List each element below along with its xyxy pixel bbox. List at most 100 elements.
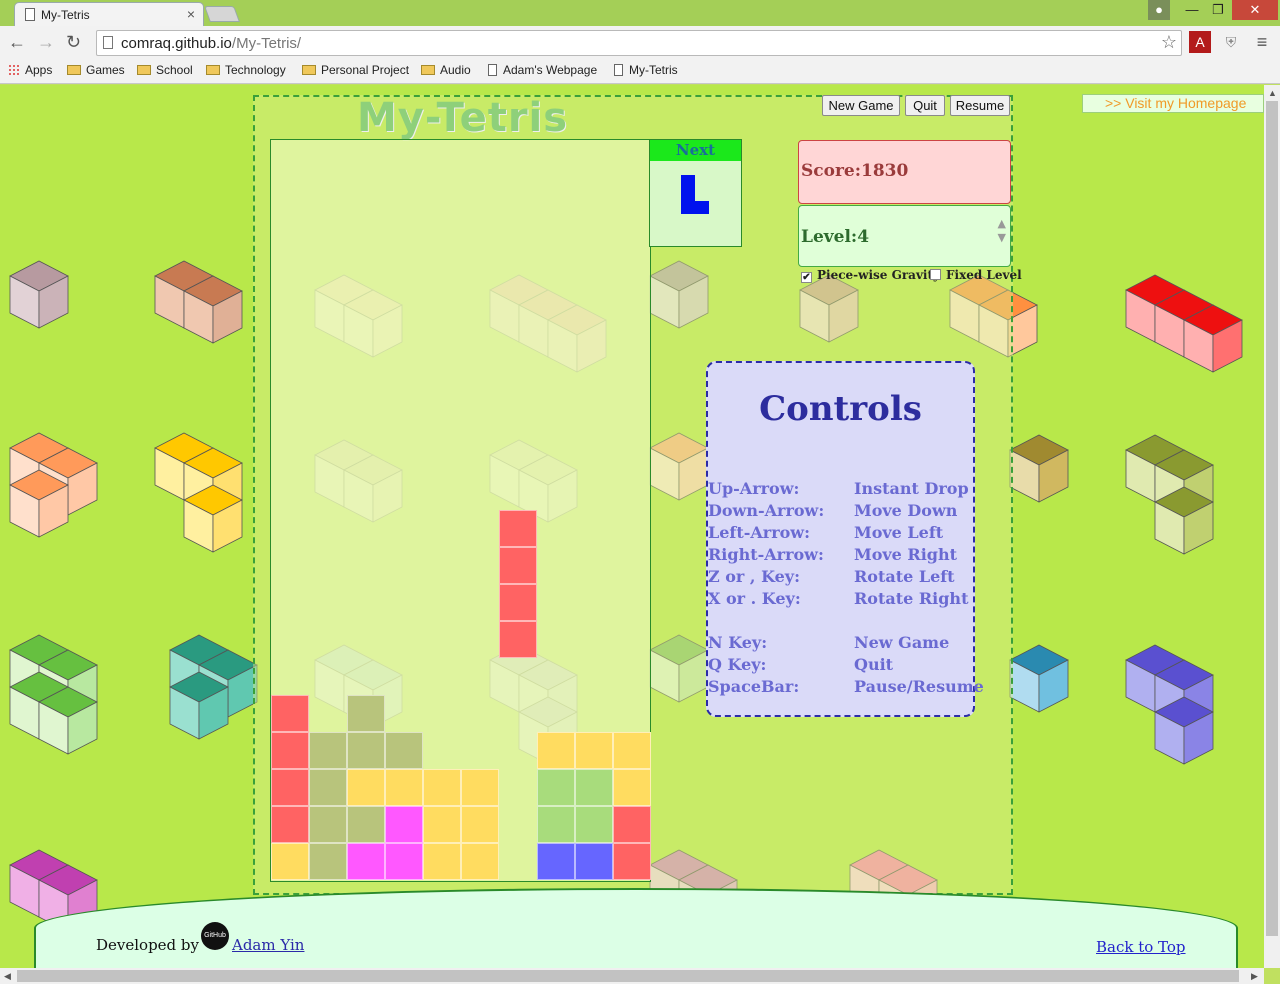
settled-block	[309, 732, 347, 769]
settled-block	[385, 732, 423, 769]
settled-block	[575, 843, 613, 880]
controls-title: Controls	[759, 389, 922, 429]
restore-icon[interactable]: ❐	[1206, 0, 1230, 20]
settled-block	[423, 806, 461, 843]
tab-title: My-Tetris	[41, 8, 90, 22]
control-action: Instant Drop	[854, 479, 969, 498]
address-bar[interactable]: comraq.github.io/My-Tetris/ ☆	[96, 30, 1182, 56]
settled-block	[613, 769, 651, 806]
folder-icon	[421, 65, 435, 75]
control-action: Move Left	[854, 523, 944, 542]
level-selector[interactable]: Level:4 ▲ ▼	[798, 205, 1011, 267]
bookmark-apps[interactable]: Apps	[8, 63, 52, 77]
next-label: Next	[650, 140, 741, 161]
settled-block	[613, 806, 651, 843]
page-icon	[103, 36, 113, 49]
settled-block	[271, 806, 309, 843]
horizontal-scroll-thumb[interactable]	[17, 970, 1239, 982]
visit-homepage-link[interactable]: >> Visit my Homepage	[1082, 94, 1264, 113]
bookmark-technology[interactable]: Technology	[206, 63, 286, 77]
bookmark-personal-project[interactable]: Personal Project	[302, 63, 409, 77]
bookmark-school[interactable]: School	[137, 63, 193, 77]
browser-tab[interactable]: My-Tetris ×	[14, 2, 204, 26]
bookmark-adams-webpage[interactable]: Adam's Webpage	[488, 63, 597, 77]
settled-block	[347, 732, 385, 769]
settled-block	[271, 843, 309, 880]
window-close-icon[interactable]: ✕	[1232, 0, 1278, 20]
control-key: SpaceBar:	[708, 677, 800, 696]
vertical-scrollbar[interactable]: ▲	[1264, 85, 1280, 968]
settled-block	[347, 806, 385, 843]
control-action: Move Right	[854, 545, 958, 564]
settled-block	[271, 732, 309, 769]
falling-piece-block	[499, 547, 537, 584]
settled-block	[309, 806, 347, 843]
user-icon[interactable]: ●	[1148, 0, 1170, 20]
settled-block	[537, 732, 575, 769]
fixed-level-option[interactable]: Fixed Level	[930, 268, 1022, 282]
bookmark-my-tetris[interactable]: My-Tetris	[614, 63, 678, 77]
page-icon	[25, 8, 35, 21]
folder-icon	[206, 65, 220, 75]
settled-block	[613, 732, 651, 769]
forward-icon[interactable]: →	[37, 32, 55, 53]
new-tab-button[interactable]	[204, 6, 240, 22]
control-action: Rotate Left	[854, 567, 955, 586]
settled-block	[461, 769, 499, 806]
settled-block	[461, 806, 499, 843]
settled-block	[423, 843, 461, 880]
settled-block	[385, 769, 423, 806]
tab-close-icon[interactable]: ×	[187, 6, 195, 22]
shield-extension-icon[interactable]: ⛨	[1220, 31, 1242, 53]
control-action: New Game	[854, 633, 950, 652]
scroll-right-icon[interactable]: ▶	[1251, 971, 1258, 982]
page-icon	[488, 64, 497, 76]
acrobat-extension-icon[interactable]: A	[1189, 31, 1211, 53]
settled-block	[385, 843, 423, 880]
level-spinner-icon[interactable]: ▲ ▼	[998, 217, 1006, 245]
scroll-up-icon[interactable]: ▲	[1268, 88, 1277, 98]
new-game-button[interactable]: New Game	[822, 95, 900, 116]
bookmark-games[interactable]: Games	[67, 63, 125, 77]
level-text: Level:4	[801, 227, 870, 247]
settled-block	[347, 695, 385, 732]
back-to-top-link[interactable]: Back to Top	[1096, 938, 1186, 956]
github-icon[interactable]: GitHub	[201, 922, 229, 950]
page-footer: Developed by GitHub Adam Yin Back to Top	[34, 888, 1238, 968]
control-key: Z or , Key:	[708, 567, 800, 586]
piece-wise-gravity-option[interactable]: ✔ Piece-wise Gravity	[801, 268, 940, 283]
control-key: Down-Arrow:	[708, 501, 825, 520]
game-board[interactable]	[270, 139, 651, 882]
settled-block	[271, 695, 309, 732]
apps-icon	[8, 64, 20, 76]
resume-button[interactable]: Resume	[950, 95, 1010, 116]
reload-icon[interactable]: ↻	[66, 32, 81, 53]
next-piece-block	[681, 188, 695, 201]
bookmarks-bar: Apps Games School Technology Personal Pr…	[0, 58, 1280, 84]
next-piece-block	[681, 175, 695, 188]
fixed-level-checkbox[interactable]	[930, 269, 941, 280]
settled-block	[385, 806, 423, 843]
app-title: My-Tetris	[357, 95, 569, 141]
url-path: /My-Tetris/	[231, 35, 302, 52]
next-piece-block	[681, 201, 695, 214]
developer-link[interactable]: Adam Yin	[232, 936, 304, 954]
horizontal-scrollbar[interactable]: ◀ ▶	[0, 968, 1264, 984]
bookmark-star-icon[interactable]: ☆	[1161, 32, 1177, 53]
page-content: My-Tetris Next New Game Quit Resume >> V…	[0, 85, 1264, 968]
menu-icon[interactable]: ≡	[1251, 31, 1273, 53]
minimize-icon[interactable]: —	[1180, 0, 1204, 20]
back-icon[interactable]: ←	[8, 32, 26, 53]
scroll-left-icon[interactable]: ◀	[4, 971, 11, 982]
quit-button[interactable]: Quit	[905, 95, 945, 116]
gravity-checkbox[interactable]: ✔	[801, 272, 812, 283]
settled-block	[613, 843, 651, 880]
next-piece-block	[695, 201, 709, 214]
controls-panel: Controls Up-Arrow: Instant Drop Down-Arr…	[706, 361, 984, 717]
settled-block	[537, 769, 575, 806]
control-key: Left-Arrow:	[708, 523, 810, 542]
score-display: Score:1830	[798, 140, 1011, 204]
control-key: X or . Key:	[708, 589, 801, 608]
vertical-scroll-thumb[interactable]	[1266, 101, 1278, 936]
bookmark-audio[interactable]: Audio	[421, 63, 471, 77]
